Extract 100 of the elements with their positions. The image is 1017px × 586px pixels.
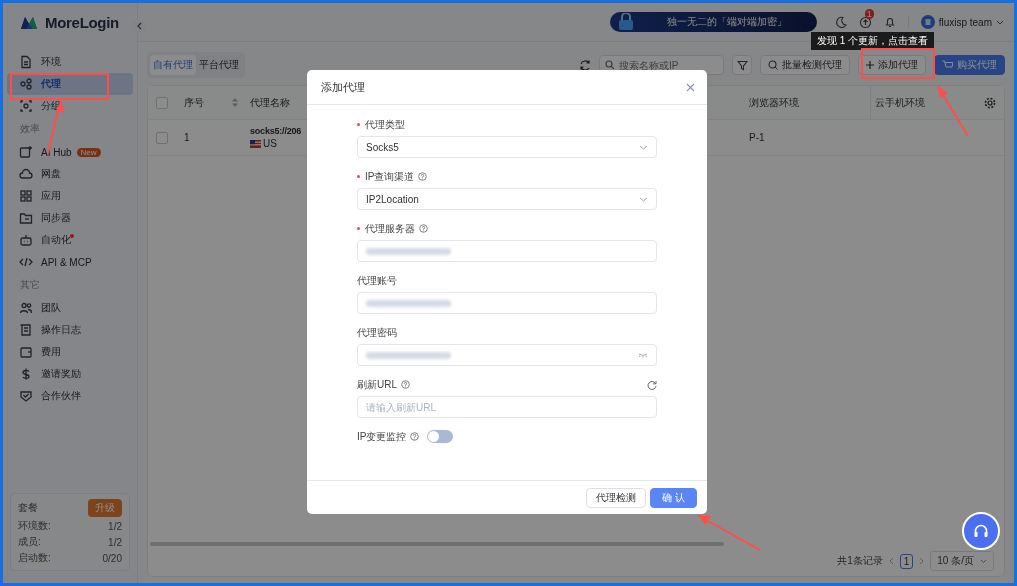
bell-icon[interactable] bbox=[883, 16, 896, 28]
field-label: IP变更监控 bbox=[357, 429, 407, 444]
caret-icon bbox=[980, 558, 987, 564]
update-icon[interactable] bbox=[858, 15, 872, 29]
plan-value: 0/20 bbox=[102, 552, 122, 564]
prev-icon[interactable] bbox=[888, 557, 894, 565]
sidebar-item[interactable]: 费用 bbox=[7, 341, 133, 363]
sidebar-item[interactable]: 代理 bbox=[7, 73, 133, 95]
refresh-icon[interactable] bbox=[579, 59, 591, 71]
plan-label: 启动数: bbox=[18, 551, 51, 565]
dollar-icon bbox=[19, 367, 33, 381]
sidebar-item[interactable]: 团队 bbox=[7, 297, 133, 319]
next-icon[interactable] bbox=[919, 557, 925, 565]
help-icon[interactable] bbox=[401, 380, 410, 389]
moon-icon[interactable] bbox=[834, 16, 847, 28]
table-cell: 1 bbox=[184, 132, 190, 143]
page-size-select[interactable]: 10 条/页 bbox=[930, 551, 994, 571]
field-label: 代理账号 bbox=[357, 273, 397, 288]
field-label: 代理密码 bbox=[357, 325, 397, 340]
magnifier-icon bbox=[768, 60, 778, 70]
chevron-down-icon bbox=[639, 144, 648, 150]
promo-banner[interactable]: 独一无二的「端对端加密」 bbox=[609, 12, 817, 32]
chevron-left-icon bbox=[136, 22, 142, 30]
input-field[interactable]: 请输入刷新URL bbox=[357, 396, 657, 418]
help-icon[interactable] bbox=[419, 224, 428, 233]
log-icon bbox=[19, 323, 33, 337]
input-field[interactable] bbox=[357, 240, 657, 262]
arrow bbox=[697, 515, 761, 551]
plus-icon bbox=[866, 61, 874, 69]
page-number[interactable]: 1 bbox=[899, 553, 914, 569]
cloud-icon bbox=[19, 167, 33, 181]
settings-icon[interactable] bbox=[984, 96, 996, 109]
table-cell: US bbox=[263, 138, 277, 149]
column-header: 序号 bbox=[184, 95, 204, 110]
caret-icon bbox=[996, 19, 1004, 25]
arrow bbox=[937, 85, 969, 137]
nodes-icon bbox=[19, 77, 33, 91]
field-label: 刷新URL bbox=[357, 377, 397, 392]
tooltip: 发现 1 个更新，点击查看 bbox=[811, 32, 935, 50]
plan-value: 1/2 bbox=[108, 536, 122, 548]
cart-icon bbox=[942, 60, 953, 70]
account-menu[interactable]: fluxisp team bbox=[920, 15, 1004, 29]
password-field[interactable] bbox=[357, 344, 657, 366]
sidebar-item[interactable]: 自动化 bbox=[7, 229, 133, 251]
sidebar-item[interactable]: 同步器 bbox=[7, 207, 133, 229]
new-badge: New bbox=[76, 147, 101, 157]
tab[interactable]: 自有代理 bbox=[150, 55, 196, 75]
ai-icon bbox=[19, 145, 33, 159]
folder-icon bbox=[19, 211, 33, 225]
chevron-down-icon bbox=[639, 196, 648, 202]
column-header: 代理名称 bbox=[250, 95, 290, 110]
search-icon bbox=[605, 60, 615, 70]
sidebar-item[interactable]: 邀请奖励 bbox=[7, 363, 133, 385]
buy-button[interactable]: 购买代理 bbox=[934, 55, 1005, 75]
column-header: 浏览器环境 bbox=[749, 95, 799, 110]
avatar-icon bbox=[920, 15, 935, 29]
logo-text: MoreLogin bbox=[45, 13, 119, 31]
confirm-button[interactable]: 确 认 bbox=[650, 487, 697, 508]
close-icon[interactable] bbox=[686, 82, 695, 92]
group-icon bbox=[19, 99, 33, 113]
add-button[interactable]: 添加代理 bbox=[858, 55, 926, 75]
select-all-checkbox[interactable] bbox=[156, 96, 168, 109]
field-label: IP查询渠道 bbox=[365, 169, 415, 184]
wallet-icon bbox=[19, 345, 33, 359]
sidebar-item[interactable]: 环境 bbox=[7, 51, 133, 73]
sidebar-item[interactable]: 操作日志 bbox=[7, 319, 133, 341]
sidebar-item[interactable]: API & MCP bbox=[7, 251, 133, 273]
field-label: 代理服务器 bbox=[365, 221, 415, 236]
input-field[interactable] bbox=[357, 292, 657, 314]
headset-icon bbox=[973, 523, 989, 539]
row-checkbox[interactable] bbox=[156, 131, 168, 144]
team-icon bbox=[19, 301, 33, 315]
batch-check-button[interactable]: 批量检测代理 bbox=[760, 55, 850, 75]
toggle-switch[interactable] bbox=[427, 430, 454, 443]
plan-label: 成员: bbox=[18, 535, 41, 549]
sidebar-item[interactable]: 应用 bbox=[7, 185, 133, 207]
eye-closed-icon bbox=[638, 352, 648, 358]
record-count: 共1条记录 bbox=[837, 554, 883, 568]
robot-icon bbox=[19, 233, 33, 247]
plan-label: 环境数: bbox=[18, 519, 51, 533]
tab[interactable]: 平台代理 bbox=[196, 55, 242, 75]
sort-icon[interactable] bbox=[232, 98, 238, 107]
column-header: 云手机环境 bbox=[875, 95, 925, 110]
help-icon[interactable] bbox=[418, 172, 428, 181]
sidebar-item[interactable]: 合作伙伴 bbox=[7, 385, 133, 407]
code-icon bbox=[19, 255, 33, 269]
proxy-check-button[interactable]: 代理检测 bbox=[586, 487, 647, 508]
sidebar-item[interactable]: 网盘 bbox=[7, 163, 133, 185]
plan-title: 套餐 bbox=[18, 501, 38, 515]
document-icon bbox=[19, 55, 33, 69]
field-label: 代理类型 bbox=[365, 117, 405, 132]
filter-button[interactable] bbox=[732, 55, 752, 75]
flag-icon bbox=[250, 139, 261, 148]
handshake-icon bbox=[19, 389, 33, 403]
select-field[interactable]: Socks5 bbox=[357, 136, 657, 158]
help-icon[interactable] bbox=[410, 432, 420, 441]
count-badge: 1 bbox=[864, 8, 874, 19]
dialog-title: 添加代理 bbox=[321, 79, 365, 95]
sidebar-item[interactable]: AI Hub New bbox=[7, 141, 133, 163]
select-field[interactable]: IP2Location bbox=[357, 188, 657, 210]
